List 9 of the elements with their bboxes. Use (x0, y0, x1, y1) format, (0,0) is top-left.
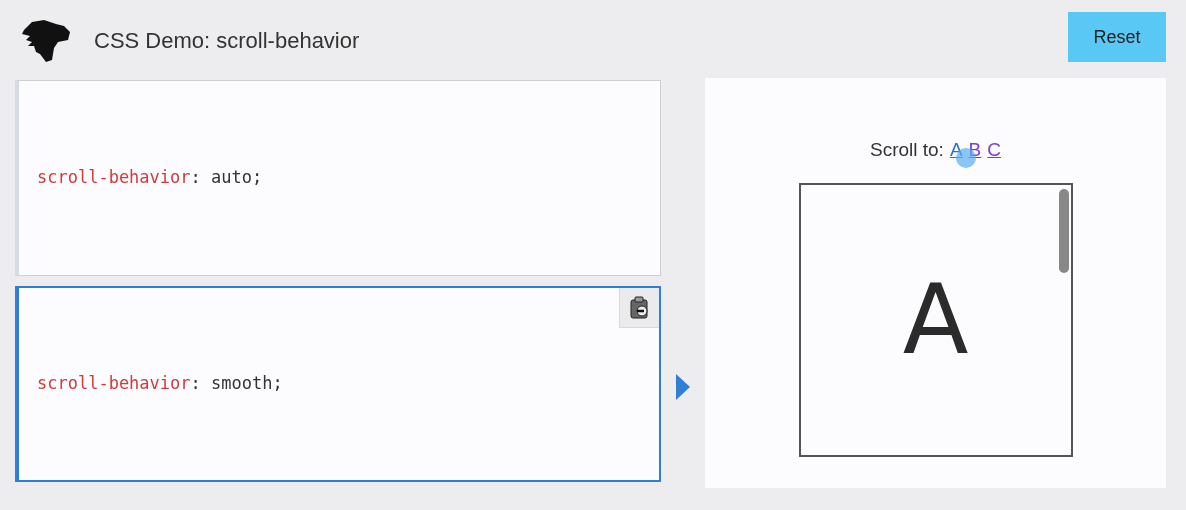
scroll-to-label: Scroll to: (870, 138, 944, 162)
css-declaration: scroll-behavior: smooth; (37, 372, 283, 396)
scroll-link[interactable]: C (987, 136, 1001, 165)
section-letter: A (902, 271, 969, 368)
reset-button[interactable]: Reset (1068, 12, 1166, 62)
page-title: CSS Demo: scroll-behavior (94, 26, 360, 55)
css-declaration: scroll-behavior: auto; (37, 166, 263, 190)
example-choice[interactable]: scroll-behavior: smooth; (15, 286, 661, 482)
example-choice[interactable]: scroll-behavior: auto; (15, 80, 661, 276)
